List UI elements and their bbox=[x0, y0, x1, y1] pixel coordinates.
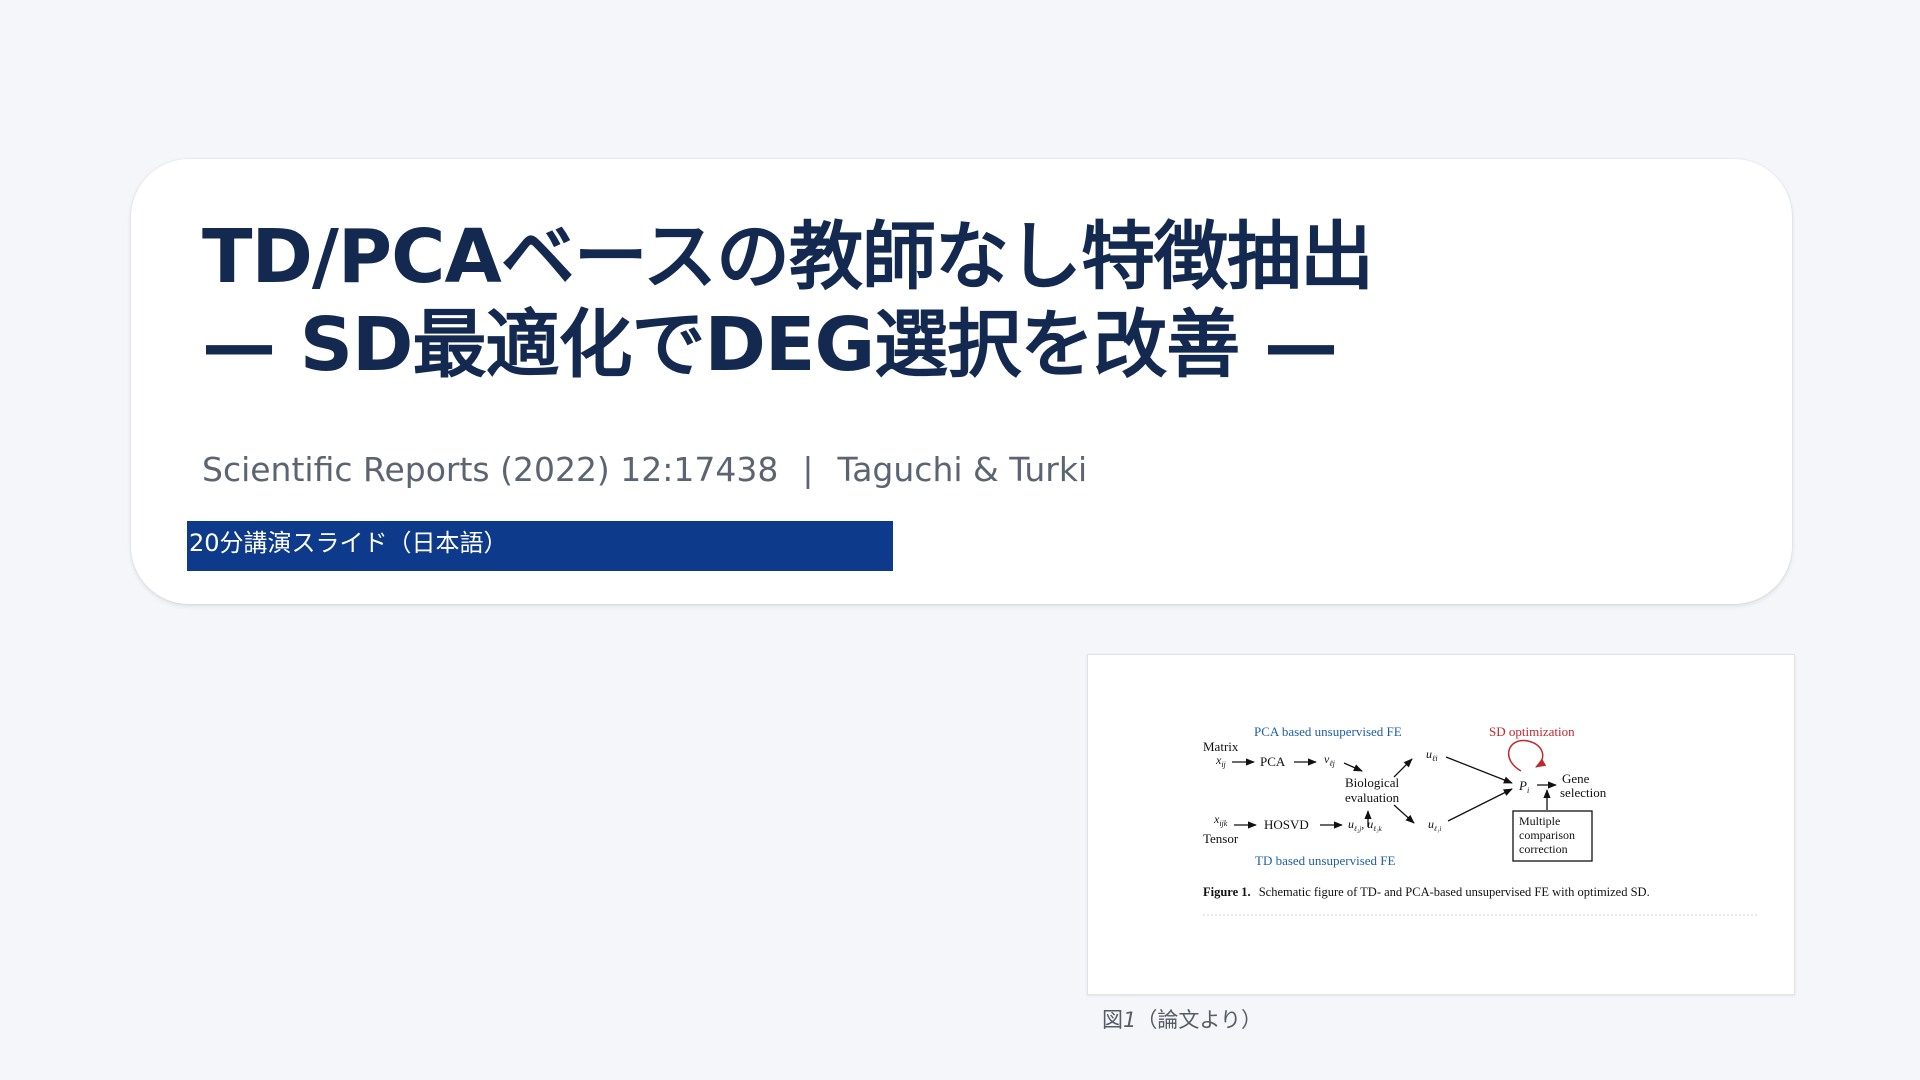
v-lj-symbol: vℓj bbox=[1324, 752, 1336, 768]
x-ij-symbol: xij bbox=[1215, 753, 1227, 769]
tensor-label: Tensor bbox=[1203, 831, 1239, 846]
arrow-bio-to-ul1i bbox=[1393, 804, 1415, 824]
pca-node: PCA bbox=[1260, 754, 1286, 769]
gene-label: Gene bbox=[1562, 771, 1590, 786]
u-l1i-symbol: uℓ₁i bbox=[1428, 817, 1441, 833]
matrix-label: Matrix bbox=[1203, 739, 1239, 754]
figure-caption-prefix: 図 bbox=[1102, 1008, 1123, 1032]
figure-diagram: PCA based unsupervised FE SD optimizatio… bbox=[1203, 724, 1758, 916]
u-li-symbol: uℓi bbox=[1426, 747, 1438, 763]
slide-title-line-2: — SD最適化でDEG選択を改善 — bbox=[202, 302, 1338, 388]
citation-authors: Taguchi & Turki bbox=[837, 450, 1088, 489]
slide-title-line-1: TD/PCAベースの教師なし特徴抽出 bbox=[202, 214, 1374, 300]
sd-optimization-label: SD optimization bbox=[1489, 724, 1575, 739]
pca-fe-label: PCA based unsupervised FE bbox=[1254, 724, 1402, 739]
arrow-ul1i-to-p bbox=[1447, 788, 1513, 822]
comparison-label: comparison bbox=[1519, 828, 1575, 842]
u-l2j-l3k-symbols: uℓ₂j, uℓ₃k bbox=[1348, 817, 1383, 833]
hosvd-node: HOSVD bbox=[1264, 817, 1309, 832]
sd-optimization-loop-arrow bbox=[1507, 739, 1547, 772]
figure-caption-number: 1 bbox=[1123, 1008, 1137, 1032]
figure-caption-in-paper: Figure 1. Schematic figure of TD- and PCA… bbox=[1203, 885, 1650, 899]
multiple-label: Multiple bbox=[1519, 814, 1560, 828]
p-i-symbol: Pi bbox=[1518, 778, 1529, 795]
correction-label: correction bbox=[1519, 842, 1568, 856]
arrow-bio-to-uli bbox=[1393, 758, 1413, 778]
biological-label: Biological bbox=[1345, 775, 1400, 790]
figure-caption-suffix: （論文より） bbox=[1136, 1008, 1262, 1032]
slide-title: TD/PCAベースの教師なし特徴抽出 — SD最適化でDEG選択を改善 — bbox=[202, 213, 1742, 389]
evaluation-label: evaluation bbox=[1345, 790, 1400, 805]
arrow-v-to-bio bbox=[1343, 762, 1363, 772]
citation-source: Scientific Reports (2022) 12:17438 bbox=[202, 450, 779, 489]
selection-label: selection bbox=[1560, 785, 1607, 800]
td-fe-label: TD based unsupervised FE bbox=[1255, 853, 1396, 868]
citation: Scientific Reports (2022) 12:17438 | Taguc… bbox=[202, 450, 1087, 489]
figure-caption: 図1（論文より） bbox=[1102, 1004, 1262, 1034]
citation-separator: | bbox=[802, 450, 814, 489]
x-ijk-symbol: xijk bbox=[1213, 812, 1228, 828]
talk-badge: 20分講演スライド（日本語） bbox=[187, 521, 893, 571]
arrow-uli-to-p bbox=[1445, 756, 1513, 784]
paper-figure: PCA based unsupervised FE SD optimizatio… bbox=[1087, 654, 1795, 995]
